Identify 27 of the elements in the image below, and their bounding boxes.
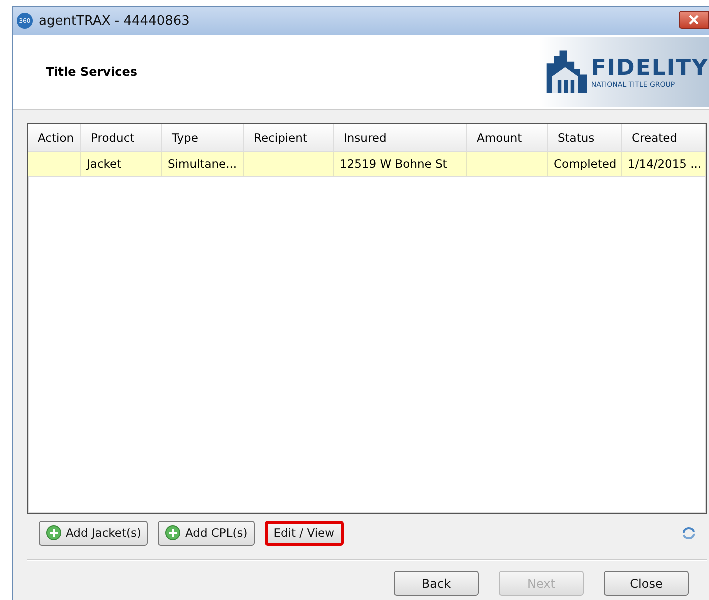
close-icon bbox=[689, 15, 699, 25]
table-cell: Simultane... bbox=[162, 152, 244, 176]
column-header[interactable]: Recipient bbox=[244, 124, 334, 151]
column-header[interactable]: Action bbox=[28, 124, 81, 151]
column-header[interactable]: Amount bbox=[467, 124, 548, 151]
table-cell: Jacket bbox=[81, 152, 162, 176]
logo-name: FIDELITY bbox=[591, 56, 709, 80]
action-button[interactable]: Add CPL(s) bbox=[158, 520, 255, 546]
refresh-icon[interactable] bbox=[681, 525, 697, 541]
column-header[interactable]: Insured bbox=[334, 124, 467, 151]
table-row[interactable]: Jacket Simultane... 12519 W Bohne St Completed 1/14/2015 ... bbox=[28, 152, 706, 177]
nav-button[interactable]: Close bbox=[604, 571, 689, 596]
action-button[interactable]: Edit / View bbox=[264, 520, 344, 546]
table-cell: 12519 W Bohne St bbox=[334, 152, 467, 176]
window-title: agentTRAX - 44440863 bbox=[39, 14, 190, 28]
table-cell: 1/14/2015 ... bbox=[622, 152, 706, 176]
nav-button[interactable]: Back bbox=[394, 571, 479, 596]
action-button[interactable]: Add Jacket(s) bbox=[39, 520, 148, 546]
table-cell: Completed bbox=[548, 152, 622, 176]
add-icon bbox=[165, 525, 182, 541]
column-header[interactable]: Status bbox=[548, 124, 622, 151]
column-header[interactable]: Product bbox=[81, 124, 162, 151]
column-header[interactable]: Created bbox=[622, 124, 706, 151]
column-header[interactable]: Type bbox=[162, 124, 244, 151]
close-button[interactable] bbox=[679, 11, 709, 29]
page-title: Title Services bbox=[46, 65, 138, 79]
add-icon bbox=[46, 525, 62, 541]
